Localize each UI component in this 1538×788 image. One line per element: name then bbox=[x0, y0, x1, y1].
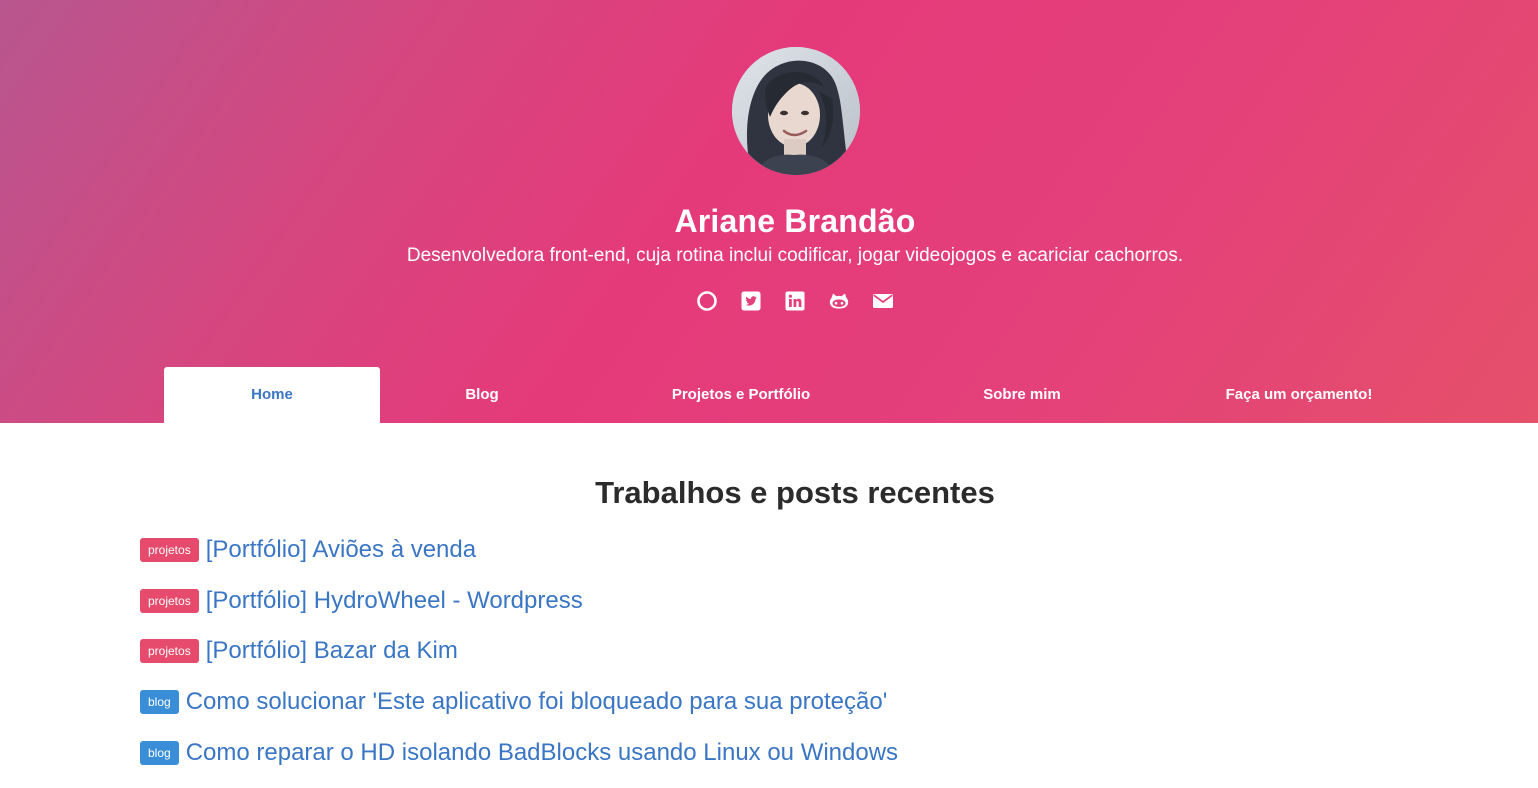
avatar bbox=[732, 47, 860, 175]
social-links bbox=[0, 290, 1538, 316]
tag-badge[interactable]: projetos bbox=[140, 589, 199, 613]
list-item: projetos [Portfólio] HydroWheel - Wordpr… bbox=[140, 586, 583, 616]
list-item: projetos [Portfólio] Aviões à venda bbox=[140, 535, 476, 565]
post-link[interactable]: [Portfólio] Bazar da Kim bbox=[206, 637, 458, 665]
tag-badge[interactable]: blog bbox=[140, 741, 179, 765]
post-link[interactable]: Como reparar o HD isolando BadBlocks usa… bbox=[186, 739, 898, 767]
nav-projetos-portfolio[interactable]: Projetos e Portfólio bbox=[584, 367, 898, 423]
nav-home[interactable]: Home bbox=[164, 367, 380, 423]
twitter-icon[interactable] bbox=[740, 290, 762, 312]
list-item: blog Como reparar o HD isolando BadBlock… bbox=[140, 738, 898, 768]
linkedin-icon[interactable] bbox=[784, 290, 806, 312]
nav-faca-orcamento[interactable]: Faça um orçamento! bbox=[1146, 367, 1452, 423]
list-item: projetos [Portfólio] Bazar da Kim bbox=[140, 636, 458, 666]
nav-sobre-mim[interactable]: Sobre mim bbox=[898, 367, 1146, 423]
circle-icon[interactable] bbox=[696, 290, 718, 312]
section-title: Trabalhos e posts recentes bbox=[595, 475, 995, 510]
post-link[interactable]: [Portfólio] Aviões à venda bbox=[206, 536, 476, 564]
post-link[interactable]: [Portfólio] HydroWheel - Wordpress bbox=[206, 587, 583, 615]
profile-bio: Desenvolvedora front-end, cuja rotina in… bbox=[406, 245, 1184, 266]
list-item: blog Como solucionar 'Este aplicativo fo… bbox=[140, 687, 887, 717]
main-content: Trabalhos e posts recentes projetos [Por… bbox=[0, 423, 1538, 788]
tag-badge[interactable]: projetos bbox=[140, 538, 199, 562]
nav-blog[interactable]: Blog bbox=[380, 367, 584, 423]
header-hero: Ariane Brandão Desenvolvedora front-end,… bbox=[0, 0, 1538, 423]
profile-name: Ariane Brandão bbox=[674, 203, 916, 239]
tag-badge[interactable]: blog bbox=[140, 690, 179, 714]
post-link[interactable]: Como solucionar 'Este aplicativo foi blo… bbox=[186, 688, 888, 716]
main-nav: Home Blog Projetos e Portfólio Sobre mim… bbox=[164, 367, 1454, 423]
github-icon[interactable] bbox=[828, 290, 850, 312]
tag-badge[interactable]: projetos bbox=[140, 639, 199, 663]
email-icon[interactable] bbox=[872, 290, 894, 312]
avatar-photo bbox=[732, 47, 860, 175]
